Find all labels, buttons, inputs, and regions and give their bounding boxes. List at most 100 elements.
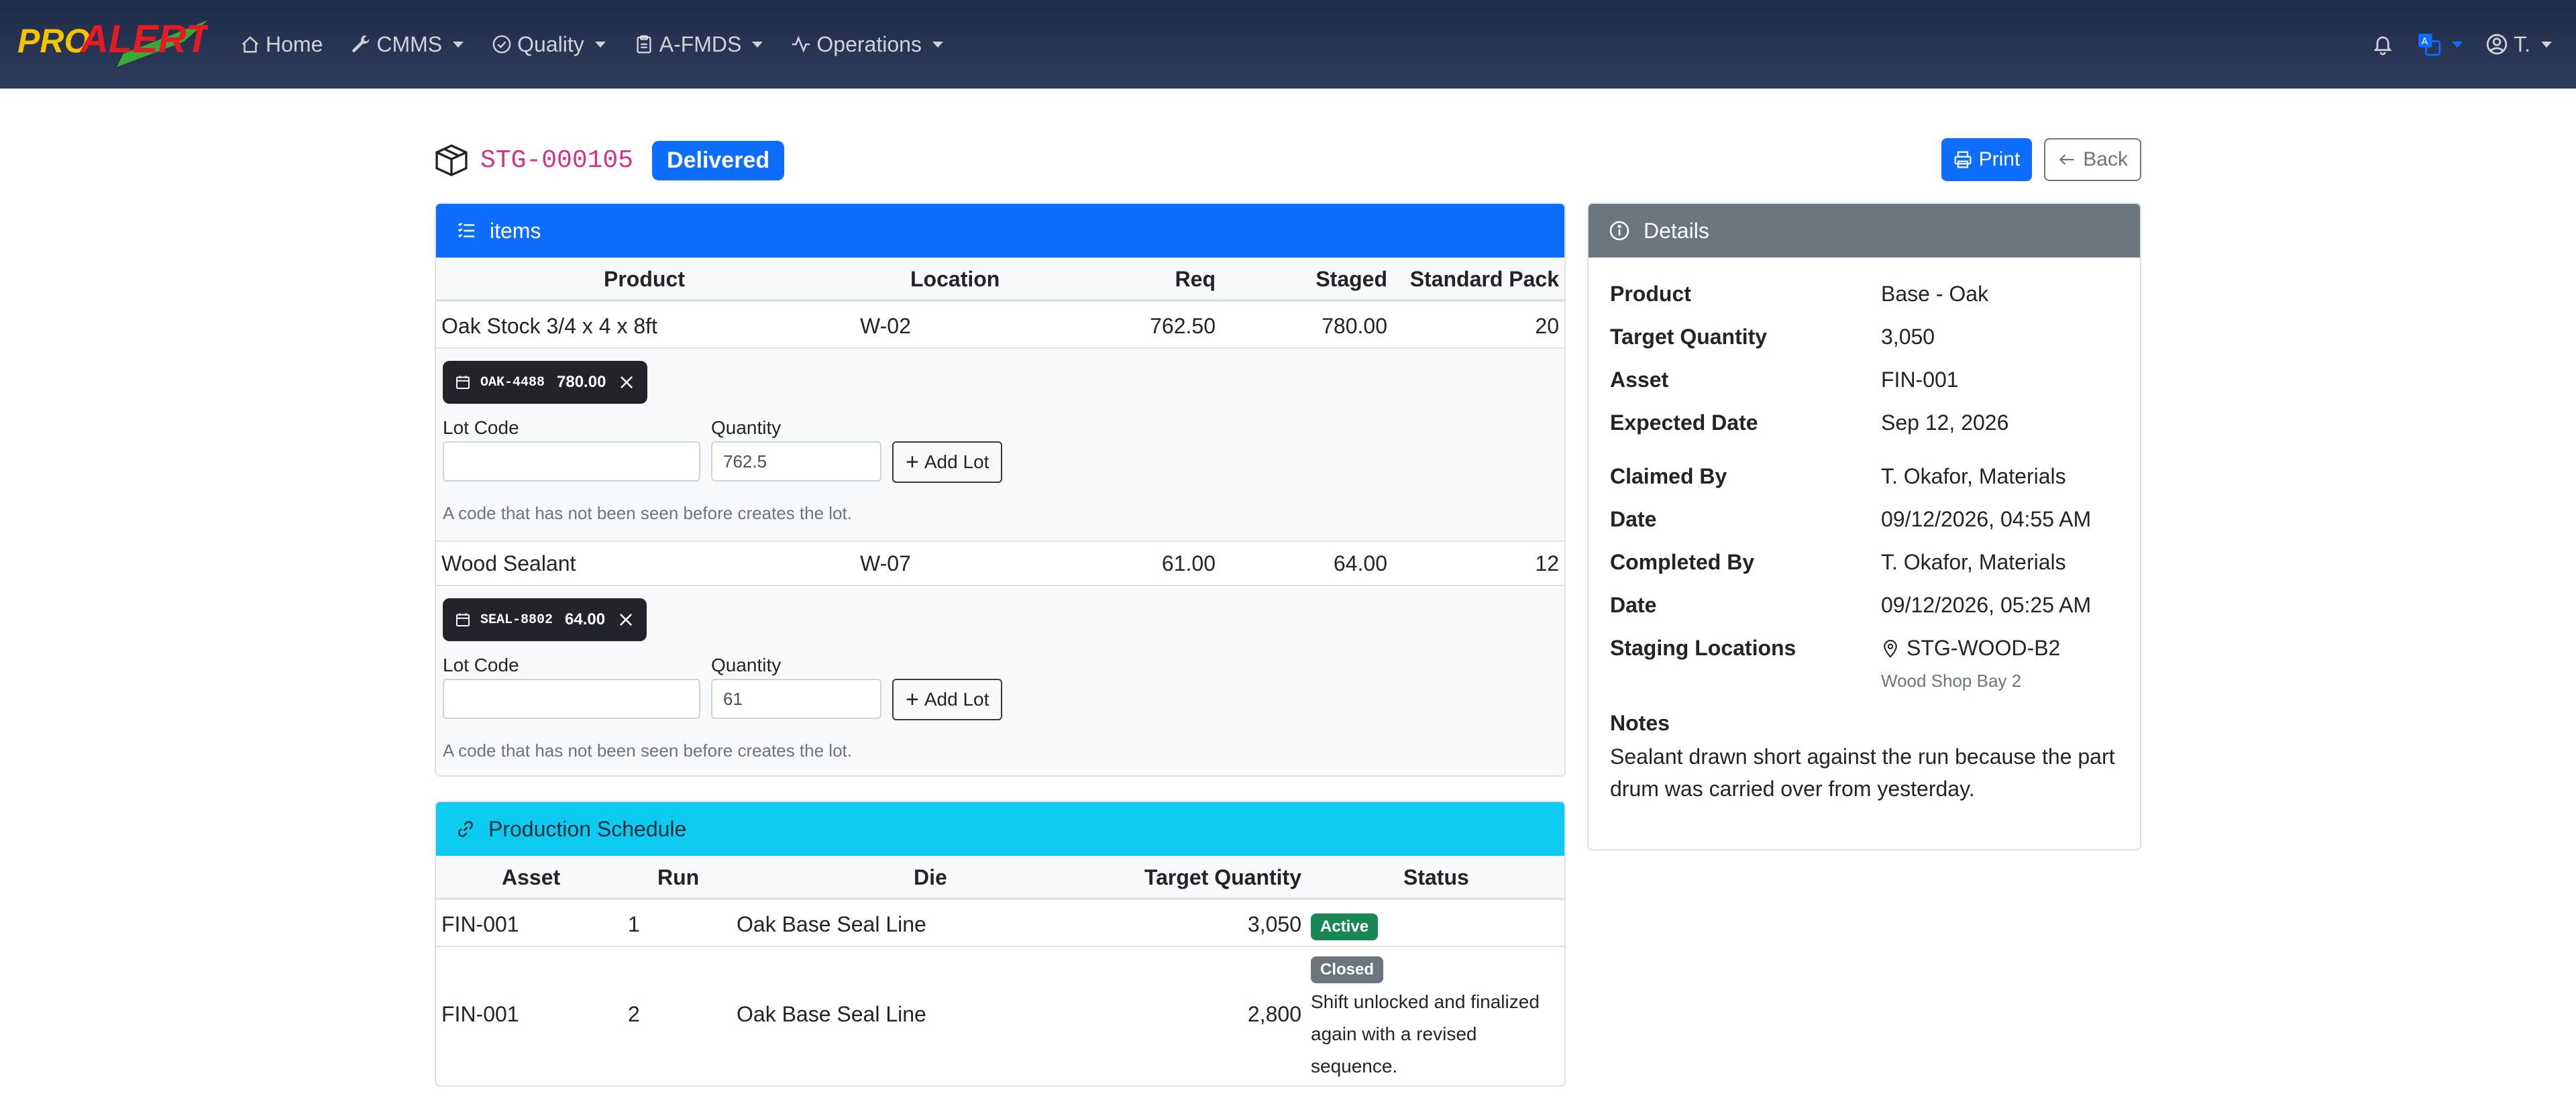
status-note-line: Shift unlocked and finalized [1311,991,1540,1012]
detail-value: 09/12/2026, 05:25 AM [1881,593,2092,617]
lot-entry-panel: OAK-4488 780.00 Lot Code Quantity 762.5 … [436,350,1564,542]
back-label: Back [2083,148,2128,170]
top-navbar: PRO ALERT Home CMMS Quality A-FMDS Opera… [0,0,2576,89]
quantity-label: Quantity [711,417,782,438]
notifications-button[interactable] [2371,33,2394,56]
lot-code-label: Lot Code [443,417,519,438]
add-lot-label: Add Lot [924,689,989,710]
lot-code-label: Lot Code [443,655,519,675]
run: 1 [628,912,640,936]
detail-value: T. Okafor, Materials [1881,464,2066,488]
detail-key: Completed By [1610,550,1755,574]
production-schedule-header: Production Schedule [436,802,1564,856]
svg-text:A: A [2422,36,2428,47]
user-circle-icon [2486,34,2508,55]
chevron-down-icon [2541,41,2552,48]
col-req: Req [1175,267,1216,291]
asset: FIN-001 [441,1002,519,1026]
detail-value: FIN-001 [1881,368,1959,392]
staged-value: 780.00 [1322,314,1387,338]
details-card: Details Product Base - Oak Target Quantit… [1587,203,2141,850]
back-button[interactable]: Back [2044,138,2141,181]
detail-value: 3,050 [1881,325,1935,349]
translate-icon: A [2418,34,2441,56]
language-menu[interactable]: A [2417,32,2463,56]
table-row: Wood Sealant W-07 61.00 64.00 12 [436,542,1564,586]
proalert-logo[interactable]: PRO ALERT [16,15,213,72]
calendar-icon [456,613,470,626]
details-card-title: Details [1644,218,1709,243]
detail-key: Claimed By [1610,464,1727,488]
detail-key: Date [1610,593,1657,617]
col-run: Run [657,865,700,889]
user-menu[interactable]: T. [2485,32,2552,57]
detail-value: Sep 12, 2026 [1881,410,2009,435]
status-badge: Closed [1311,956,1384,983]
chevron-down-icon [932,41,943,48]
lot-help-text: A code that has not been seen before cre… [443,503,852,523]
staging-location-code: STG-WOOD-B2 [1907,636,2061,660]
nav-quality-label: Quality [517,32,584,56]
nav-quality[interactable]: Quality [492,32,606,57]
detail-key: Product [1610,282,1691,306]
status-badge: Active [1311,913,1379,940]
lot-help-text: A code that has not been seen before cre… [443,740,852,761]
clipboard-icon [637,35,651,54]
lot-chip: SEAL-8802 64.00 [443,598,647,641]
nav-home-label: Home [266,32,323,56]
table-row: FIN-001 2 Oak Base Seal Line 2,800 Close… [436,948,1564,1085]
nav-afmds[interactable]: A-FMDS [634,32,763,57]
svg-text:PRO: PRO [17,22,90,60]
staging-location[interactable]: STG-WOOD-B2 [1881,636,2060,661]
list-icon [458,222,475,238]
close-icon[interactable] [617,611,635,628]
location: W-02 [860,314,911,338]
chevron-down-icon [752,41,763,48]
items-table-header: Product Location Req Staged Standard Pac… [436,258,1564,302]
die: Oak Base Seal Line [737,912,926,936]
table-row: FIN-001 1 Oak Base Seal Line 3,050 Activ… [436,903,1564,947]
quantity-label: Quantity [711,655,782,675]
nav-home[interactable]: Home [240,32,323,57]
quantity-input[interactable]: 61 [711,679,881,719]
detail-value: 09/12/2026, 04:55 AM [1881,507,2092,531]
staged-value: 64.00 [1333,551,1387,575]
nav-afmds-label: A-FMDS [659,32,742,56]
quantity-input[interactable]: 762.5 [711,441,881,482]
status-note-line: sequence. [1311,1056,1398,1076]
req-value: 61.00 [1161,551,1216,575]
add-lot-button[interactable]: + Add Lot [892,441,1003,483]
lot-code-input[interactable] [443,679,700,719]
add-lot-button[interactable]: + Add Lot [892,679,1003,720]
production-schedule-card: Production Schedule Asset Run Die Target… [435,801,1566,1087]
info-icon [1609,221,1629,241]
nav-operations[interactable]: Operations [791,32,943,57]
lot-code: SEAL-8802 [480,612,553,628]
svg-text:ALERT: ALERT [79,17,208,61]
staging-location-name: Wood Shop Bay 2 [1881,671,2022,691]
lot-entry-panel: SEAL-8802 64.00 Lot Code Quantity 61 + Ad… [436,588,1564,775]
notes-line: drum was carried over from yesterday. [1610,777,1975,801]
link-icon [458,821,474,837]
print-button[interactable]: Print [1941,138,2033,181]
schedule-table-header: Asset Run Die Target Quantity Status [436,856,1564,900]
items-card-title: items [490,218,541,243]
staging-code: STG-000105 [480,146,634,175]
printer-icon [1954,151,1972,168]
lot-code: OAK-4488 [480,374,545,390]
lot-code-input[interactable] [443,441,700,482]
bell-icon [2373,36,2392,56]
add-lot-label: Add Lot [924,451,989,472]
close-icon[interactable] [618,374,635,391]
col-asset: Asset [502,865,561,889]
nav-cmms[interactable]: CMMS [351,32,464,57]
product-name: Oak Stock 3/4 x 4 x 8ft [441,314,657,338]
chevron-down-icon [594,41,606,48]
product-name: Wood Sealant [441,551,576,575]
home-icon [241,36,259,53]
pack-value: 12 [1535,551,1559,575]
detail-key: Date [1610,507,1657,531]
target-quantity: 2,800 [1247,1002,1301,1026]
notes-label: Notes [1610,711,1670,735]
target-quantity: 3,050 [1247,912,1301,936]
